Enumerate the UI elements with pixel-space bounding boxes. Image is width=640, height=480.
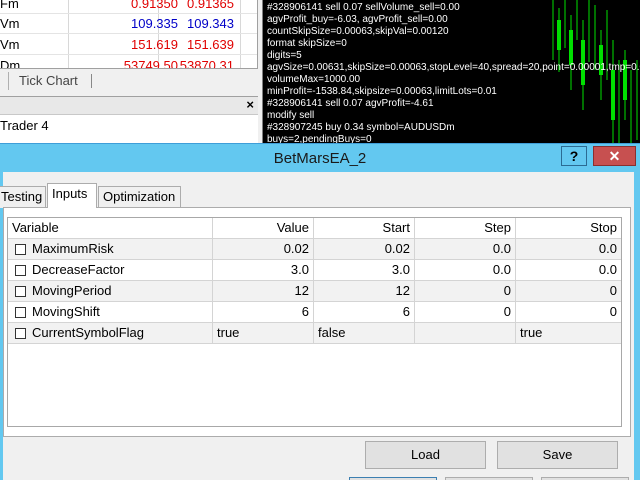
- chart-comment-line: countSkipSize=0.00063,skipVal=0.00120: [267, 26, 449, 37]
- step-cell[interactable]: [415, 323, 516, 344]
- tab-optimization[interactable]: Optimization: [98, 186, 181, 208]
- value-cell[interactable]: 6: [213, 302, 314, 323]
- inputs-tab-panel: Variable Value Start Step Stop MaximumRi…: [3, 207, 631, 437]
- value-cell[interactable]: true: [213, 323, 314, 344]
- chart-comment-line: format skipSize=0: [267, 38, 347, 49]
- value-cell[interactable]: 0.02: [213, 239, 314, 260]
- variable-cell: MovingShift: [8, 302, 213, 323]
- start-cell[interactable]: 0.02: [314, 239, 415, 260]
- variable-cell: MovingPeriod: [8, 281, 213, 302]
- chart-comment-line: agvProfit_buy=-6.03, agvProfit_sell=0.00: [267, 14, 448, 25]
- chart-comment-line: #328907245 buy 0.34 symbol=AUDUSDm: [267, 122, 455, 133]
- variable-name: MaximumRisk: [32, 241, 114, 256]
- table-row[interactable]: MovingPeriod 12 12 0 0: [8, 281, 621, 302]
- quote-row[interactable]: Vm 109.335 109.343: [0, 14, 257, 34]
- chart-comment-line: #328906141 sell 0.07 sellVolume_sell=0.0…: [267, 2, 460, 13]
- optimize-checkbox[interactable]: [15, 286, 26, 297]
- close-button[interactable]: ✕: [593, 146, 636, 166]
- help-button[interactable]: ?: [561, 146, 587, 166]
- start-cell[interactable]: false: [314, 323, 415, 344]
- start-cell[interactable]: 12: [314, 281, 415, 302]
- save-button[interactable]: Save: [497, 441, 618, 469]
- quote-ask: 109.343: [187, 16, 234, 31]
- close-icon[interactable]: ×: [246, 97, 254, 112]
- column-header-value[interactable]: Value: [213, 218, 314, 239]
- variable-cell: MaximumRisk: [8, 239, 213, 260]
- quote-symbol: Vm: [0, 37, 20, 52]
- price-chart: #328906141 sell 0.07 sellVolume_sell=0.0…: [262, 0, 640, 150]
- column-header-start[interactable]: Start: [314, 218, 415, 239]
- variable-name: MovingShift: [32, 304, 100, 319]
- inputs-table: Variable Value Start Step Stop MaximumRi…: [7, 217, 622, 427]
- step-cell[interactable]: 0.0: [415, 260, 516, 281]
- optimize-checkbox[interactable]: [15, 328, 26, 339]
- quote-bid: 0.91350: [131, 0, 178, 11]
- step-cell[interactable]: 0: [415, 302, 516, 323]
- start-cell[interactable]: 3.0: [314, 260, 415, 281]
- dialog-titlebar[interactable]: BetMarsEA_2 ? ✕: [0, 144, 640, 172]
- navigator-header: ×: [0, 97, 258, 115]
- variable-cell: CurrentSymbolFlag: [8, 323, 213, 344]
- tab-inputs[interactable]: Inputs: [47, 183, 97, 208]
- stop-cell[interactable]: 0.0: [516, 260, 621, 281]
- quote-symbol: Vm: [0, 16, 20, 31]
- tab-testing[interactable]: Testing: [0, 186, 46, 208]
- stop-cell[interactable]: 0.0: [516, 239, 621, 260]
- variable-cell: DecreaseFactor: [8, 260, 213, 281]
- step-cell[interactable]: 0.0: [415, 239, 516, 260]
- chart-comment-line: digits=5: [267, 50, 302, 61]
- step-cell[interactable]: 0: [415, 281, 516, 302]
- navigator-panel: × Trader 4: [0, 96, 258, 146]
- value-cell[interactable]: 3.0: [213, 260, 314, 281]
- table-header: Variable Value Start Step Stop: [8, 218, 621, 239]
- table-row[interactable]: DecreaseFactor 3.0 3.0 0.0 0.0: [8, 260, 621, 281]
- chart-comment-line: minProfit=-1538.84,skipsize=0.00063,limi…: [267, 86, 497, 97]
- table-row[interactable]: MovingShift 6 6 0 0: [8, 302, 621, 323]
- dialog-frame: [634, 172, 640, 480]
- dialog-title: BetMarsEA_2: [273, 150, 367, 167]
- navigator-item[interactable]: Trader 4: [0, 118, 49, 133]
- quote-bid: 151.619: [131, 37, 178, 52]
- variable-name: MovingPeriod: [32, 283, 112, 298]
- variable-name: DecreaseFactor: [32, 262, 125, 277]
- column-header-stop[interactable]: Stop: [516, 218, 621, 239]
- quote-row[interactable]: Vm 151.619 151.639: [0, 35, 257, 55]
- market-watch-tabs: Tick Chart: [0, 68, 258, 92]
- quote-symbol: Fm: [0, 0, 19, 11]
- optimize-checkbox[interactable]: [15, 244, 26, 255]
- chart-comment-line: modify sell: [267, 110, 315, 121]
- column-header-step[interactable]: Step: [415, 218, 516, 239]
- stop-cell[interactable]: 0: [516, 281, 621, 302]
- stop-cell[interactable]: true: [516, 323, 621, 344]
- optimize-checkbox[interactable]: [15, 307, 26, 318]
- column-header-variable[interactable]: Variable: [8, 218, 213, 239]
- tab-tick-chart[interactable]: Tick Chart: [8, 72, 92, 90]
- quote-ask: 151.639: [187, 37, 234, 52]
- market-watch-panel: Fm 0.91350 0.91365 Vm 109.335 109.343 Vm…: [0, 0, 258, 72]
- optimize-checkbox[interactable]: [15, 265, 26, 276]
- chart-comment-line: agvSize=0.00631,skipSize=0.00063,stopLev…: [267, 62, 640, 73]
- chart-comment-line: #328906141 sell 0.07 agvProfit=-4.61: [267, 98, 434, 109]
- quote-ask: 0.91365: [187, 0, 234, 11]
- table-row[interactable]: CurrentSymbolFlag true false true: [8, 323, 621, 344]
- stop-cell[interactable]: 0: [516, 302, 621, 323]
- table-row[interactable]: MaximumRisk 0.02 0.02 0.0 0.0: [8, 239, 621, 260]
- load-button[interactable]: Load: [365, 441, 486, 469]
- quote-row[interactable]: Fm 0.91350 0.91365: [0, 0, 257, 14]
- expert-properties-dialog: BetMarsEA_2 ? ✕ Testing Optimization Var…: [0, 143, 640, 480]
- chart-comment-line: volumeMax=1000.00: [267, 74, 361, 85]
- quote-bid: 109.335: [131, 16, 178, 31]
- variable-name: CurrentSymbolFlag: [32, 325, 144, 340]
- value-cell[interactable]: 12: [213, 281, 314, 302]
- start-cell[interactable]: 6: [314, 302, 415, 323]
